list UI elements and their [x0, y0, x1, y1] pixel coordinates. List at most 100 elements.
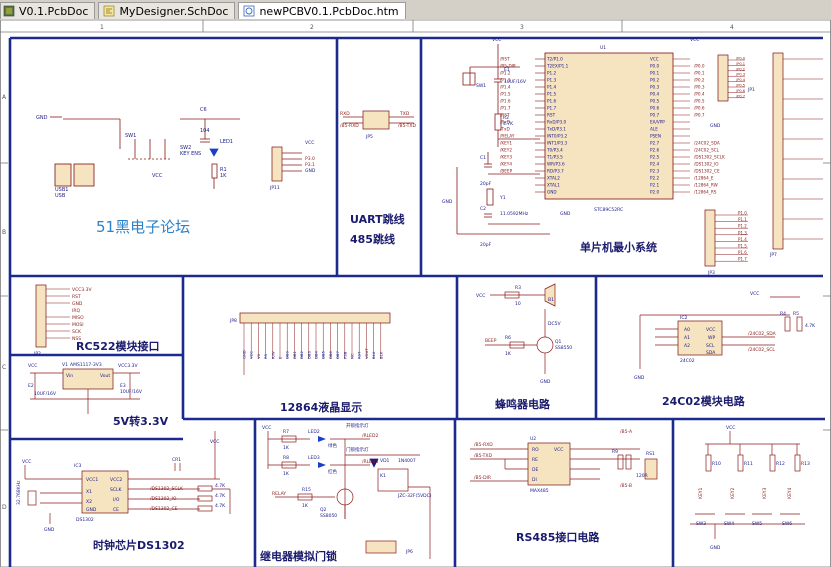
net-label: /P0.1	[736, 62, 745, 66]
net-label: /KEY1	[500, 141, 512, 146]
net-label: VCC3.3V	[118, 363, 139, 369]
pin-label: T2/P1.0	[546, 57, 563, 62]
net-label: /DS1302_SCLK	[150, 486, 184, 492]
net-label: P1.2	[738, 224, 747, 229]
pin-label: P0.5	[650, 99, 660, 104]
net-label: VCC	[210, 439, 219, 445]
pin-label: Vout	[100, 373, 110, 379]
net-label: /DS1302_IO	[150, 496, 177, 502]
part-value: 11.0592MHz	[500, 211, 529, 217]
net-label: VCC	[492, 37, 501, 43]
net-label: /P0.4	[736, 78, 746, 82]
tab-htm-doc[interactable]: newPCBV0.1.PcbDoc.htm	[238, 2, 406, 19]
net-label: /P0.3	[736, 73, 745, 77]
net-label: BEEP	[485, 338, 497, 344]
led-color: 红色	[328, 468, 337, 475]
pin-label: P1.7	[547, 106, 557, 111]
part-label: JP5	[365, 134, 373, 140]
net-label: /KEY3	[500, 155, 512, 160]
pin-label: CE	[113, 507, 119, 513]
part-value: USB	[55, 193, 66, 199]
part-label: V1	[62, 362, 68, 368]
net-label: GND	[44, 527, 55, 533]
pin-label: DB0	[285, 350, 290, 359]
part-label: R3	[515, 285, 521, 291]
net-label: P3.0	[305, 156, 315, 162]
pin-label: SDA	[706, 350, 716, 356]
pin-label: P2.7	[650, 141, 660, 146]
part-label: E2	[28, 383, 34, 389]
led-note: 门锁指示灯	[346, 446, 369, 453]
net-label: /B5-TXD	[474, 453, 493, 459]
part-label: R13	[801, 461, 810, 467]
net-label: P1.4	[738, 237, 747, 242]
block-title-ldo: 5V转3.3V	[113, 414, 169, 428]
part-value: JZC-32F(5VDC)	[397, 493, 432, 499]
net-label: VCC3.3V	[72, 287, 93, 293]
part-label: R15	[302, 487, 311, 493]
net-label: /RST	[500, 57, 510, 62]
net-label: /KEY2	[500, 148, 512, 153]
part-value: MAX485	[530, 488, 549, 494]
part-value: 10UF/16V	[34, 391, 57, 397]
part-value: 4.7K	[805, 323, 816, 329]
part-label: R8	[283, 455, 289, 461]
block-title-lcd: 12864液晶显示	[280, 400, 362, 414]
part-label: Q1	[555, 339, 562, 345]
part-value: AMS1117-3V3	[70, 362, 102, 368]
tab-sch-doc[interactable]: MyDesigner.SchDoc	[98, 2, 236, 19]
block-title-mcu: 单片机最小系统	[580, 240, 657, 254]
net-label: MISO	[72, 315, 84, 321]
pin-label: P2.4	[650, 162, 660, 167]
net-label: /RELAY	[500, 134, 515, 139]
pin-label: T2EX/P1.1	[546, 64, 569, 69]
net-label: /P0.7	[694, 113, 705, 118]
part-value: 10UF/16V	[504, 79, 527, 85]
pin-label: ALE	[650, 127, 658, 132]
net-label: /P0.6	[694, 106, 705, 111]
part-label: R10	[712, 461, 721, 467]
pin-label: DB4	[314, 350, 319, 359]
net-label: /P0.5	[694, 99, 705, 104]
pin-label: DI	[532, 477, 537, 483]
net-label: MOSI	[72, 322, 84, 328]
part-value: STC89C52RC	[594, 207, 623, 213]
net-label: /BEEP	[500, 169, 513, 174]
part-label: C2	[480, 206, 486, 212]
part-label: Y1	[499, 195, 506, 201]
pin-label: NC	[350, 353, 355, 359]
net-label: GND	[710, 545, 721, 551]
net-label: VCC	[305, 140, 314, 146]
tab-pcb-doc[interactable]: V0.1.PcbDoc	[0, 2, 96, 19]
pin-label: X2	[86, 499, 92, 505]
net-label: SCK	[72, 329, 82, 335]
net-label: /24C02_SDA	[748, 331, 777, 337]
net-label: GND	[540, 379, 551, 385]
block-title-rs485: RS485接口电路	[516, 530, 600, 544]
row-letter: D	[2, 504, 7, 511]
part-value: 20pF	[480, 242, 492, 248]
block-title-buzzer: 蜂鸣器电路	[495, 397, 551, 411]
pin-label: BLA	[371, 351, 376, 359]
net-label: /P0.7	[736, 94, 745, 98]
part-label: IC2	[680, 315, 687, 321]
part-value: SS8050	[320, 513, 337, 519]
schematic-sheet[interactable]: 1 2 3 4 A B C D GND USB1 USB SW1 SW2 KEY…	[0, 19, 831, 567]
part-label: SW1	[476, 83, 486, 89]
pin-label: P1.5	[547, 92, 557, 97]
net-label: /B5-B	[620, 483, 632, 489]
col-number: 3	[520, 24, 524, 31]
net-label: VCC	[690, 37, 699, 43]
block-title-485-jumper: 485跳线	[350, 232, 395, 246]
pin-label: P1.2	[547, 71, 557, 76]
pin-label: VCC	[706, 327, 715, 333]
pin-label: VCC	[249, 351, 254, 359]
pin-label: DB1	[292, 350, 297, 359]
part-value: DC5V	[548, 321, 561, 327]
pin-label: T1/P3.5	[546, 155, 563, 160]
pin-label: R/W	[270, 351, 275, 359]
net-label: /P0.0	[736, 57, 746, 61]
block-title-clock: 时钟芯片DS1302	[93, 538, 185, 552]
pin-label: DE	[532, 467, 538, 473]
part-value: 104	[200, 128, 210, 134]
